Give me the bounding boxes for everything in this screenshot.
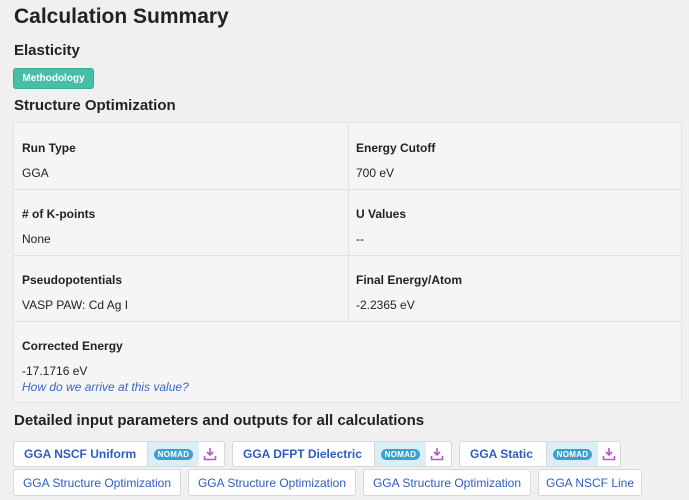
energy-cutoff-label: Energy Cutoff — [356, 141, 436, 155]
kpoints-label: # of K-points — [22, 207, 96, 221]
calc-button-gga-nscf-uniform[interactable]: GGA NSCF Uniform NOMAD — [13, 441, 225, 467]
detailed-heading: Detailed input parameters and outputs fo… — [14, 412, 425, 429]
u-values-label: U Values — [356, 207, 407, 221]
page-title: Calculation Summary — [14, 5, 229, 28]
structure-optimization-heading: Structure Optimization — [14, 97, 176, 114]
column-divider — [348, 123, 349, 321]
nomad-logo-icon[interactable]: NOMAD — [147, 442, 199, 466]
calc-button-gga-static[interactable]: GGA Static NOMAD — [459, 441, 621, 467]
corrected-energy-label: Corrected Energy — [22, 339, 123, 353]
energy-cutoff-value: 700 eV — [356, 166, 395, 180]
final-energy-label: Final Energy/Atom — [356, 273, 463, 287]
summary-card: Run Type GGA Energy Cutoff 700 eV # of K… — [13, 122, 682, 403]
elasticity-heading: Elasticity — [14, 42, 80, 59]
nomad-text: NOMAD — [380, 448, 421, 460]
calc-button-gga-structure-optimization[interactable]: GGA Structure Optimization — [13, 469, 181, 496]
run-type-label: Run Type — [22, 141, 76, 155]
corrected-energy-value: -17.1716 eV — [22, 364, 88, 378]
calc-button-label: GGA DFPT Dielectric — [243, 447, 362, 461]
nomad-logo-icon[interactable]: NOMAD — [546, 442, 598, 466]
calc-button-gga-structure-optimization[interactable]: GGA Structure Optimization — [188, 469, 356, 496]
calc-button-label: GGA Static — [470, 447, 533, 461]
nomad-text: NOMAD — [552, 448, 593, 460]
download-icon[interactable] — [598, 442, 620, 466]
calc-button-gga-dfpt-dielectric[interactable]: GGA DFPT Dielectric NOMAD — [232, 441, 452, 467]
row-divider — [14, 321, 681, 322]
download-icon[interactable] — [199, 442, 221, 466]
calc-button-label: GGA NSCF Uniform — [24, 447, 137, 461]
pseudopotentials-value: VASP PAW: Cd Ag I — [22, 298, 129, 312]
nomad-logo-icon[interactable]: NOMAD — [374, 442, 426, 466]
methodology-button[interactable]: Methodology — [13, 68, 94, 89]
calc-button-gga-structure-optimization[interactable]: GGA Structure Optimization — [363, 469, 531, 496]
run-type-value: GGA — [22, 166, 49, 180]
pseudopotentials-label: Pseudopotentials — [22, 273, 123, 287]
calc-button-gga-nscf-line[interactable]: GGA NSCF Line — [538, 469, 642, 496]
final-energy-value: -2.2365 eV — [356, 298, 415, 312]
corrected-energy-info-link[interactable]: How do we arrive at this value? — [22, 380, 189, 394]
u-values-value: -- — [356, 232, 364, 246]
download-icon[interactable] — [426, 442, 448, 466]
kpoints-value: None — [22, 232, 51, 246]
nomad-text: NOMAD — [153, 448, 194, 460]
